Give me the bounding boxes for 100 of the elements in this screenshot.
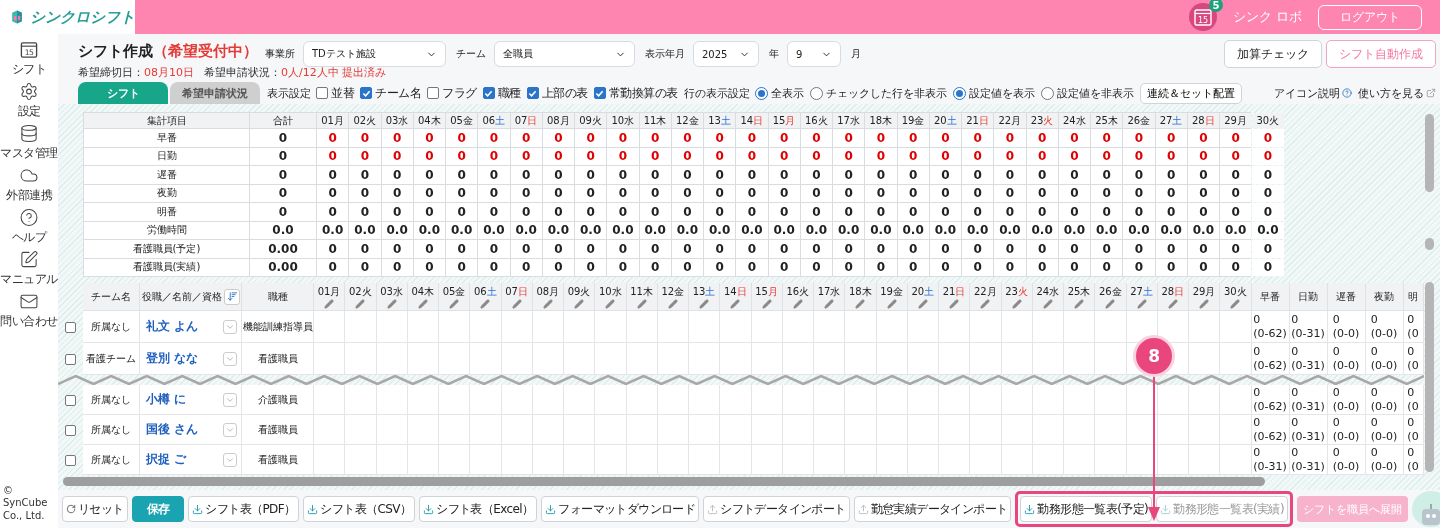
checkbox[interactable] (65, 353, 76, 365)
staff-name[interactable]: 小樽 に (146, 391, 187, 408)
scrollbar-thumb[interactable] (1425, 238, 1434, 250)
radio-button[interactable] (809, 86, 823, 100)
day-header[interactable]: 11木 (626, 283, 658, 311)
day-header[interactable]: 01月 (314, 283, 346, 311)
horizontal-scrollbar[interactable] (63, 477, 1265, 486)
staff-name[interactable]: 国後 さん (146, 421, 199, 438)
sidebar-item[interactable]: ヘルプ (0, 206, 58, 248)
team-select[interactable]: 全職員 (494, 41, 635, 67)
toolbar-button[interactable]: 勤怠実績データインポート (853, 496, 1012, 522)
table-cell: 0 (1155, 166, 1187, 184)
staff-name[interactable]: 択捉 ご (146, 451, 187, 468)
checkbox[interactable] (65, 454, 76, 466)
dropdown-button[interactable] (223, 422, 237, 437)
toolbar-button[interactable]: シフト表（CSV） (303, 496, 416, 522)
day-header[interactable]: 08月 (532, 283, 564, 311)
day-header[interactable]: 18木 (845, 283, 877, 311)
table-cell: 0 (575, 240, 607, 258)
day-header[interactable]: 10水 (595, 283, 627, 311)
toolbar-button[interactable]: シフト表（Excel） (419, 496, 538, 522)
day-header[interactable]: 21日 (939, 283, 971, 311)
day-header[interactable]: 16火 (782, 283, 814, 311)
day-header[interactable]: 05金 (439, 283, 471, 311)
checkbox[interactable] (427, 87, 439, 99)
day-header[interactable]: 15月 (751, 283, 783, 311)
radio-button[interactable] (1040, 86, 1054, 100)
checkbox[interactable] (65, 394, 76, 406)
table-cell: 0 (833, 166, 865, 184)
toolbar-button[interactable]: シフトデータインポート (703, 496, 850, 522)
checkbox[interactable] (526, 87, 539, 99)
sidebar-item[interactable]: 設定 (0, 80, 58, 122)
table-cell: 0 (510, 240, 542, 258)
scrollbar-thumb[interactable] (1425, 114, 1434, 192)
table-cell: 0 (962, 240, 994, 258)
radio-button[interactable] (952, 86, 966, 100)
toolbar-button[interactable]: リセット (62, 496, 128, 522)
scrollbar-thumb[interactable] (1425, 282, 1434, 472)
dropdown-button[interactable] (223, 351, 237, 366)
day-header[interactable]: 02火 (345, 283, 377, 311)
sidebar-item[interactable]: 問い合わせ (0, 290, 58, 332)
pencil-icon (761, 298, 772, 309)
staff-name[interactable]: 登別 なな (146, 350, 199, 367)
toolbar-button[interactable]: フォーマットダウンロード (541, 496, 700, 522)
tab[interactable]: 希望申請状況 (170, 82, 260, 104)
download-icon (1024, 503, 1036, 515)
column-header: 明 (1403, 283, 1424, 311)
sidebar-item[interactable]: マスタ管理 (0, 122, 58, 164)
day-header[interactable]: 03水 (376, 283, 408, 311)
upload-icon (857, 503, 869, 515)
dropdown-button[interactable] (223, 319, 237, 334)
action-button[interactable]: 加算チェック (1224, 40, 1322, 68)
table-cell: 0 (1091, 129, 1123, 147)
toolbar-button[interactable]: シフト表（PDF） (188, 496, 300, 522)
sidebar-item[interactable]: 15 シフト (0, 38, 58, 80)
checkbox[interactable] (65, 321, 76, 333)
day-header[interactable]: 24水 (1032, 283, 1064, 311)
day-header[interactable]: 09火 (564, 283, 596, 311)
day-header[interactable]: 27土 (1126, 283, 1158, 311)
day-header[interactable]: 12金 (657, 283, 689, 311)
day-header[interactable]: 04木 (407, 283, 439, 311)
checkbox[interactable] (482, 87, 495, 99)
day-header[interactable]: 22月 (970, 283, 1002, 311)
table-cell: 0.0 (1058, 221, 1090, 239)
month-select[interactable]: 9 (787, 41, 841, 67)
checkbox[interactable] (316, 87, 328, 99)
radio-button[interactable] (754, 86, 768, 100)
day-header[interactable]: 23火 (1001, 283, 1033, 311)
day-header[interactable]: 20土 (907, 283, 939, 311)
office-select[interactable]: TDテスト施設 (303, 41, 446, 67)
robot-avatar[interactable] (1411, 491, 1440, 527)
day-header: 19金 (897, 113, 929, 128)
day-header[interactable]: 19金 (876, 283, 908, 311)
day-header[interactable]: 07日 (501, 283, 533, 311)
year-select[interactable]: 2025 (693, 41, 759, 67)
day-header[interactable]: 30火 (1220, 283, 1252, 311)
day-header[interactable]: 13土 (689, 283, 721, 311)
day-header[interactable]: 28日 (1157, 283, 1189, 311)
day-header[interactable]: 26金 (1095, 283, 1127, 311)
day-header[interactable]: 14日 (720, 283, 752, 311)
table-cell: 0 (865, 258, 897, 276)
help-link[interactable]: 使い方を見る (1358, 85, 1436, 101)
day-header[interactable]: 25木 (1064, 283, 1096, 311)
day-header[interactable]: 06土 (470, 283, 502, 311)
help-link[interactable]: アイコン説明 (1274, 85, 1352, 101)
day-header: 11木 (639, 113, 671, 128)
table-cell: 0 (671, 147, 703, 165)
sort-button[interactable] (224, 288, 240, 305)
day-header[interactable]: 29月 (1189, 283, 1221, 311)
checkbox[interactable] (65, 424, 76, 436)
day-header[interactable]: 17水 (814, 283, 846, 311)
checkbox[interactable] (593, 87, 606, 99)
table-cell: 0 (736, 166, 768, 184)
dropdown-button[interactable] (223, 452, 237, 467)
staff-name[interactable]: 礼文 よん (146, 318, 199, 335)
sidebar-item[interactable]: 外部連携 (0, 164, 58, 206)
placement-button[interactable]: 連続＆セット配置 (1139, 82, 1242, 104)
dropdown-button[interactable] (223, 392, 237, 407)
sidebar-item[interactable]: マニュアル (0, 248, 58, 290)
checkbox[interactable] (360, 87, 372, 99)
